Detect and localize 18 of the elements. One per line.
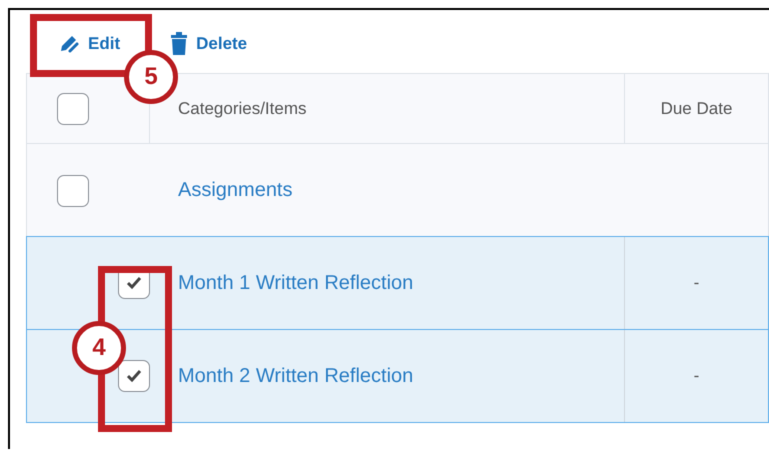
table-row[interactable]: Month 1 Written Reflection - [26,236,769,330]
due-date: - [694,366,700,386]
checkbox[interactable] [57,92,89,124]
item-link[interactable]: Month 2 Written Reflection [178,364,414,388]
column-header: Due Date [660,98,732,118]
check-icon [126,276,142,290]
column-header: Categories/Items [178,98,306,118]
checkbox[interactable] [57,174,89,206]
table-row[interactable]: Assignments [27,144,768,237]
item-link[interactable]: Month 1 Written Reflection [178,272,414,294]
checkbox[interactable] [118,360,150,392]
check-icon [126,369,142,383]
step-number: 5 [124,50,178,104]
pencil-icon [58,34,80,54]
due-date: - [694,273,700,293]
item-link[interactable]: Assignments [178,179,292,202]
toolbar-button[interactable]: Edit [56,28,122,60]
trash-icon [170,32,188,56]
